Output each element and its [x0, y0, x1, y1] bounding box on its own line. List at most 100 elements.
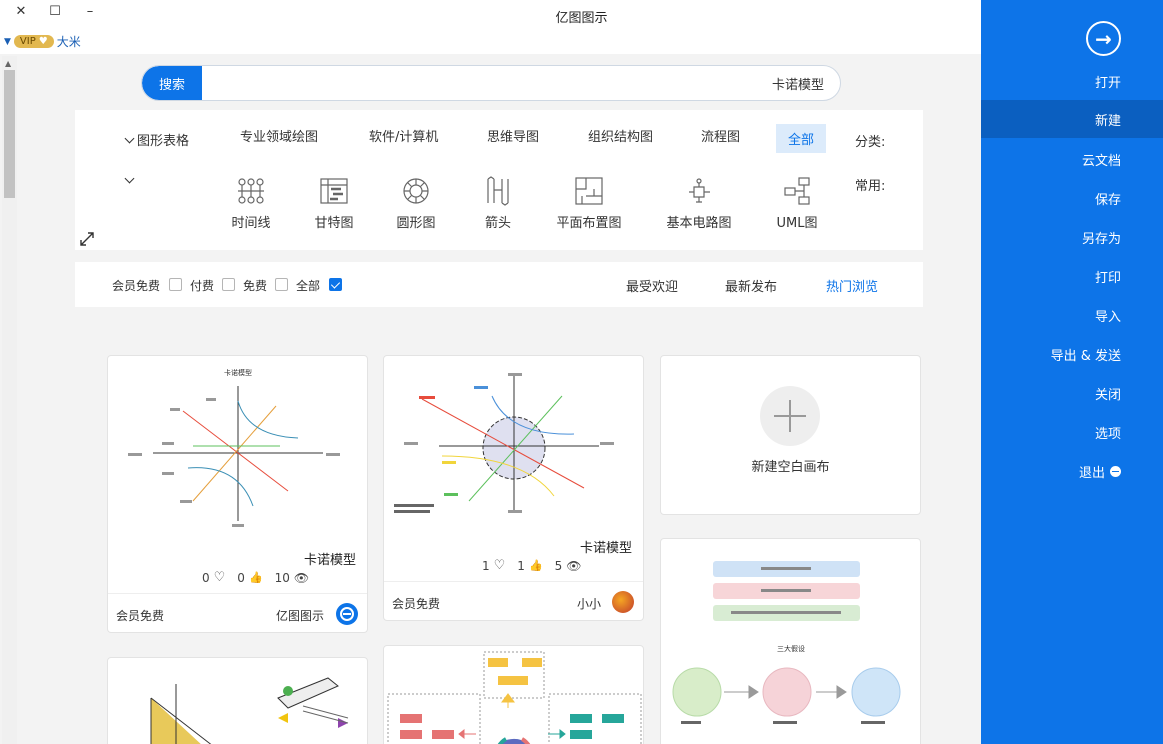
template-card[interactable]: 三大假设 [660, 538, 921, 744]
sort-most-liked[interactable]: 最受欢迎 [626, 276, 678, 295]
template-author[interactable]: 亿图图示 [276, 607, 324, 624]
common-circuit-label: 基本电路图 [666, 216, 732, 231]
template-thumbnail: 三大假设 [672, 561, 901, 724]
common-gantt-label: 甘特图 [314, 216, 354, 231]
common-timeline[interactable]: 时间线 [211, 176, 291, 231]
like-count: 0 [237, 570, 245, 585]
filter-all-checkbox[interactable] [329, 278, 342, 291]
common-label: 常用: [855, 179, 886, 194]
template-card[interactable] [107, 657, 368, 744]
template-card[interactable] [383, 645, 644, 744]
new-blank-canvas-card[interactable]: 新建空白画布 [660, 355, 921, 515]
filter-free-label: 免费 [243, 279, 268, 293]
category-professional[interactable]: 专业领域绘图 [240, 126, 318, 145]
category-all[interactable]: 全部 [776, 124, 827, 153]
author-avatar[interactable] [612, 591, 634, 613]
filter-free-checkbox[interactable] [275, 278, 288, 291]
scroll-up-arrow-icon[interactable]: ▲ [5, 59, 11, 68]
common-floorplan[interactable]: 平面布置图 [549, 176, 629, 231]
filter-all-label: 全部 [296, 279, 321, 293]
scrollbar-thumb[interactable] [4, 70, 15, 198]
vip-heart-icon: ♥ [38, 36, 48, 47]
search-bar: 搜索 [141, 65, 841, 101]
template-stats: 0 ♡ 0 👍 10 👁 [202, 570, 309, 585]
back-arrow-icon[interactable]: → [1086, 21, 1121, 56]
view-count: 5 [554, 558, 563, 573]
common-arrow[interactable]: 箭头 [458, 176, 538, 231]
common-circle[interactable]: 圆形图 [376, 176, 456, 231]
category-software[interactable]: 软件/计算机 [369, 126, 438, 145]
author-avatar[interactable] [336, 603, 358, 625]
template-card[interactable]: 卡诺模型 卡诺模型 0 ♡ 0 👍 10 👁 会员免费 亿图图示 [107, 355, 368, 633]
menu-options[interactable]: 选项 [981, 413, 1163, 451]
chevron-down-icon [124, 173, 135, 184]
timeline-icon [238, 178, 264, 204]
menu-cloud-docs[interactable]: 云文档 [981, 140, 1163, 178]
menu-save-as[interactable]: 另存为 [981, 218, 1163, 256]
exit-icon [1110, 465, 1121, 477]
circle-diagram-icon [403, 178, 429, 204]
template-price: 会员免费 [116, 609, 165, 623]
filter-member-free-label: 会员免费 [112, 279, 161, 293]
category-graphic-table: 图形表格 [137, 134, 190, 149]
menu-import[interactable]: 导入 [981, 296, 1163, 334]
common-circle-label: 圆形图 [396, 216, 436, 231]
thumbnail-title: 卡诺模型 [224, 368, 252, 377]
floorplan-icon [575, 177, 603, 205]
common-timeline-label: 时间线 [231, 216, 271, 231]
filter-paid-checkbox[interactable] [222, 278, 235, 291]
common-more[interactable] [122, 173, 137, 189]
heart-icon[interactable]: ♡ [214, 570, 226, 585]
menu-new[interactable]: 新建 [981, 100, 1163, 138]
thumbs-up-icon[interactable]: 👍 [529, 559, 543, 572]
template-thumbnail [150, 677, 349, 744]
menu-print[interactable]: 打印 [981, 257, 1163, 295]
menu-open[interactable]: 打开 [981, 62, 1163, 100]
eye-icon: 👁 [293, 570, 310, 585]
expand-icon[interactable] [79, 231, 95, 247]
template-thumbnail [394, 373, 614, 513]
eye-icon: 👁 [566, 558, 582, 573]
sort-popular[interactable]: 热门浏览 [826, 276, 878, 295]
thumbs-up-icon[interactable]: 👍 [249, 571, 263, 584]
user-account[interactable]: ▼ VIP ♥ 大米 [4, 33, 81, 50]
arrow-shapes-icon [487, 176, 509, 206]
common-arrow-label: 箭头 [484, 216, 511, 231]
common-gantt[interactable]: 甘特图 [294, 176, 374, 231]
category-more[interactable]: 图形表格 [122, 130, 189, 149]
common-floorplan-label: 平面布置图 [556, 216, 622, 231]
common-uml-label: UML图 [776, 216, 818, 231]
common-uml[interactable]: UML图 [757, 176, 837, 231]
filter-member-free-checkbox[interactable] [169, 278, 182, 291]
category-mind-map[interactable]: 思维导图 [487, 126, 539, 145]
filter-paid-label: 付费 [190, 279, 215, 293]
template-thumbnail [387, 651, 642, 744]
gantt-icon [320, 178, 348, 204]
menu-close[interactable]: 关闭 [981, 374, 1163, 412]
template-price: 会员免费 [392, 597, 441, 611]
menu-save[interactable]: 保存 [981, 179, 1163, 217]
menu-export-send[interactable]: 导出 & 发送 [981, 335, 1163, 373]
like-count: 1 [517, 558, 525, 573]
heart-icon[interactable]: ♡ [494, 558, 506, 573]
search-input[interactable] [204, 66, 824, 100]
caret-down-icon: ▼ [4, 36, 11, 47]
category-org-chart[interactable]: 组织结构图 [588, 126, 653, 145]
template-footer: 会员免费 亿图图示 [108, 593, 367, 632]
menu-exit[interactable]: 退出 [981, 452, 1163, 490]
search-button[interactable]: 搜索 [142, 66, 202, 100]
favorite-count: 1 [482, 558, 490, 573]
vip-badge: VIP ♥ [13, 35, 54, 48]
template-title: 卡诺模型 [304, 553, 357, 568]
template-footer: 会员免费 小小 [384, 581, 643, 620]
sort-newest[interactable]: 最新发布 [725, 276, 777, 295]
common-circuit[interactable]: 基本电路图 [659, 176, 739, 231]
category-flowchart[interactable]: 流程图 [701, 126, 740, 145]
template-card[interactable]: 卡诺模型 1 ♡ 1 👍 5 👁 会员免费 小小 [383, 355, 644, 621]
template-author[interactable]: 小小 [577, 595, 601, 612]
template-thumbnail: 卡诺模型 [128, 368, 340, 527]
template-title: 卡诺模型 [580, 541, 633, 556]
username[interactable]: 大米 [57, 33, 81, 50]
category-label: 分类: [855, 135, 886, 150]
uml-icon [784, 177, 810, 205]
